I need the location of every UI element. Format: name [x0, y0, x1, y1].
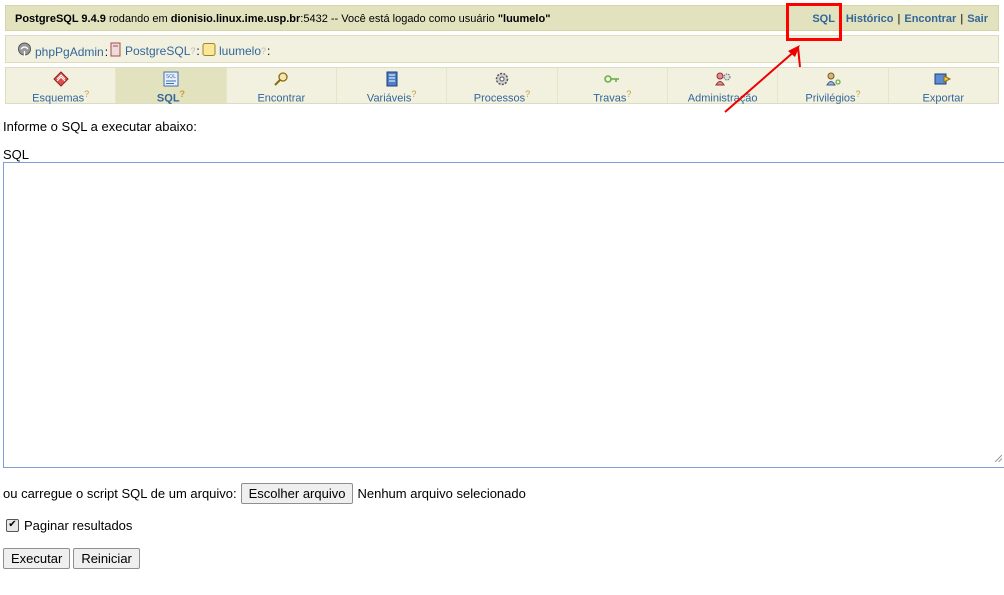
help-mark[interactable]: ? — [190, 46, 195, 56]
server-name: PostgreSQL 9.4.9 — [15, 13, 106, 25]
paginate-label: Paginar resultados — [24, 518, 133, 533]
form-actions: Executar Reiniciar — [3, 548, 140, 569]
help-mark[interactable]: ? — [856, 89, 861, 99]
tab-sql[interactable]: SQL SQL? — [116, 68, 227, 105]
tab-processes[interactable]: Processos? — [447, 68, 558, 105]
key-icon — [558, 71, 667, 87]
help-mark[interactable]: ? — [261, 46, 266, 56]
logged-in-text: -- Você está logado como usuário — [327, 13, 498, 25]
database-link[interactable]: luumelo — [219, 44, 261, 58]
database-icon — [202, 42, 216, 60]
reset-button[interactable]: Reiniciar — [73, 548, 140, 569]
upload-row: ou carregue o script SQL de um arquivo: … — [3, 483, 526, 504]
no-file-text: Nenhum arquivo selecionado — [357, 486, 526, 501]
help-mark[interactable]: ? — [525, 89, 530, 99]
execute-button[interactable]: Executar — [3, 548, 71, 569]
breadcrumb-server: PostgreSQL?: — [110, 42, 200, 60]
history-link[interactable]: Histórico — [846, 13, 894, 25]
annotation-arrow-icon — [724, 45, 801, 113]
running-on-text: rodando em — [105, 13, 171, 25]
server-info: PostgreSQL 9.4.9 rodando em dionisio.lin… — [15, 13, 550, 25]
tab-label: Variáveis — [366, 92, 412, 105]
paginate-row: ✔ Paginar resultados — [6, 518, 132, 533]
tab-locks[interactable]: Travas? — [558, 68, 668, 105]
tab-label: Esquemas — [32, 92, 85, 105]
tab-label: Privilégios — [805, 92, 856, 105]
help-mark[interactable]: ? — [84, 89, 89, 99]
svg-text:SQL: SQL — [166, 74, 176, 80]
separator: | — [897, 13, 901, 25]
host-name: dionisio.linux.ime.usp.br — [170, 13, 301, 25]
app-link[interactable]: phpPgAdmin — [35, 45, 104, 59]
sql-icon: SQL — [116, 71, 225, 87]
choose-file-button[interactable]: Escolher arquivo — [240, 483, 354, 504]
tab-label: SQL — [156, 92, 180, 105]
resize-grip-icon[interactable] — [994, 450, 1003, 465]
tab-find[interactable]: Encontrar — [227, 68, 337, 105]
breadcrumb-database: luumelo?: — [202, 42, 270, 60]
search-icon — [227, 71, 336, 87]
tab-label: Travas — [593, 92, 627, 105]
colon: : — [267, 44, 271, 58]
port-text: :5432 — [300, 13, 328, 25]
tab-label: Exportar — [922, 92, 965, 105]
logout-link[interactable]: Sair — [967, 13, 988, 25]
breadcrumb-app: phpPgAdmin: — [16, 42, 108, 62]
tab-label: Processos — [473, 92, 526, 105]
help-mark[interactable]: ? — [626, 89, 631, 99]
find-link[interactable]: Encontrar — [904, 13, 956, 25]
tab-schemas[interactable]: Esquemas? — [6, 68, 117, 105]
sql-label: SQL — [3, 147, 30, 162]
top-bar: PostgreSQL 9.4.9 rodando em dionisio.lin… — [5, 5, 999, 31]
server-icon — [110, 42, 121, 60]
tab-variables[interactable]: Variáveis? — [337, 68, 448, 105]
tab-label: Encontrar — [257, 92, 306, 105]
help-mark[interactable]: ? — [180, 89, 186, 99]
server-link[interactable]: PostgreSQL — [125, 44, 190, 58]
sql-textarea[interactable] — [3, 162, 1004, 468]
processes-icon — [447, 71, 556, 87]
username: "luumelo" — [497, 13, 551, 25]
tab-bar: Esquemas? SQL SQL? Encontrar Variáveis? … — [5, 67, 999, 105]
colon: : — [196, 44, 200, 58]
separator: | — [960, 13, 964, 25]
paginate-checkbox[interactable]: ✔ — [6, 519, 19, 532]
variables-icon — [337, 71, 446, 87]
highlight-box — [786, 3, 842, 41]
colon: : — [104, 45, 109, 59]
export-icon — [889, 71, 998, 87]
schemas-icon — [6, 71, 115, 87]
breadcrumb: phpPgAdmin: PostgreSQL?: luumelo?: — [5, 35, 999, 63]
elephant-icon — [16, 42, 33, 62]
help-mark[interactable]: ? — [411, 89, 416, 99]
instructions-text: Informe o SQL a executar abaixo: — [3, 119, 197, 134]
tab-export[interactable]: Exportar — [889, 68, 998, 105]
upload-label: ou carregue o script SQL de um arquivo: — [3, 486, 237, 501]
